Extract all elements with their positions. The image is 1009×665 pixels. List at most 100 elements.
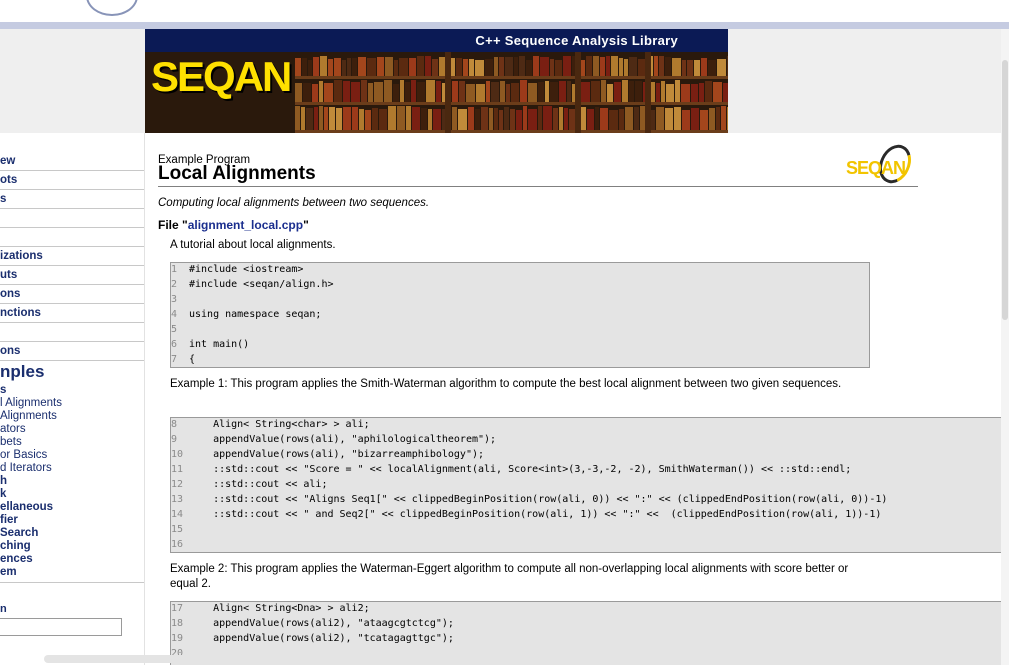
book	[499, 57, 504, 76]
book	[559, 81, 566, 102]
sidebar-example-link[interactable]: em	[0, 566, 17, 579]
book	[519, 56, 525, 76]
book	[516, 110, 522, 130]
sidebar-nav-item[interactable]: izations	[0, 247, 144, 266]
code-line: 3	[171, 292, 189, 307]
book	[723, 83, 728, 102]
book	[342, 60, 346, 76]
sidebar-example-link[interactable]: s	[0, 384, 6, 397]
sidebar-example-link[interactable]: l Alignments	[0, 397, 62, 410]
sidebar-example-link[interactable]: or Basics	[0, 449, 47, 462]
code-line: 15	[171, 522, 189, 537]
book	[334, 80, 342, 102]
sidebar-example-link[interactable]: ators	[0, 423, 26, 436]
title-divider	[158, 186, 918, 187]
sidebar-nav-item[interactable]: ons	[0, 342, 144, 361]
book	[358, 57, 366, 76]
code-line: 12 ::std::cout << ali;	[171, 477, 327, 492]
shelf-post	[575, 52, 581, 133]
code-text: appendValue(rows(ali), "aphilologicalthe…	[189, 434, 497, 445]
seqan-banner[interactable]: C++ Sequence Analysis Library SEQAN	[145, 29, 728, 133]
book	[468, 107, 474, 130]
sidebar-nav-item[interactable]	[0, 323, 144, 342]
book	[656, 107, 664, 130]
sidebar-nav-item[interactable]: nctions	[0, 304, 144, 323]
book	[347, 58, 351, 76]
sidebar-example-link[interactable]: ching	[0, 540, 31, 553]
sidebar-nav-item[interactable]: ons	[0, 285, 144, 304]
code-line: 2 #include <seqan/align.h>	[171, 277, 334, 292]
book	[306, 108, 313, 130]
book	[629, 57, 637, 76]
sidebar-example-link[interactable]: h	[0, 475, 7, 488]
sidebar-example-link[interactable]: ences	[0, 553, 33, 566]
sidebar-nav-item[interactable]: ots	[0, 171, 144, 190]
book	[463, 59, 468, 76]
book	[691, 84, 698, 102]
book	[351, 82, 360, 102]
code-text: ::std::cout << "Aligns Seq1[" << clipped…	[189, 494, 888, 505]
sidebar-nav-item[interactable]: ew	[0, 152, 144, 171]
book	[436, 81, 441, 102]
sidebar-nav-item[interactable]: s	[0, 190, 144, 209]
book	[399, 58, 408, 76]
line-number: 6	[171, 339, 178, 350]
sidebar-example-link[interactable]: Alignments	[0, 410, 57, 423]
sidebar-example-link[interactable]: d Iterators	[0, 462, 52, 475]
book	[705, 81, 712, 102]
book	[506, 84, 510, 102]
book	[682, 60, 686, 76]
sidebar-nav-item[interactable]	[0, 209, 144, 228]
book	[659, 56, 664, 76]
code-line: 9 appendValue(rows(ali), "aphilologicalt…	[171, 432, 496, 447]
book	[359, 109, 364, 130]
book	[708, 60, 716, 76]
book	[713, 82, 722, 102]
book	[384, 80, 392, 102]
vertical-scroll-thumb[interactable]	[1002, 60, 1008, 320]
book	[559, 107, 563, 130]
sidebar: ew ots s izations uts ons nctions ons nples sl …	[0, 133, 145, 665]
book	[619, 109, 624, 130]
sidebar-example-link[interactable]: k	[0, 488, 6, 501]
book	[563, 56, 571, 76]
book	[609, 110, 618, 130]
tutorial-text: A tutorial about local alignments.	[170, 239, 336, 251]
book	[393, 84, 399, 102]
sidebar-search-input[interactable]	[0, 618, 122, 636]
book	[586, 56, 592, 76]
line-number: 15	[171, 524, 184, 535]
code-line: 7{	[171, 352, 195, 367]
line-number: 10	[171, 449, 184, 460]
book	[459, 81, 465, 102]
book	[452, 107, 457, 130]
shelf-post	[645, 52, 651, 133]
book	[352, 107, 358, 130]
horizontal-scrollbar[interactable]	[44, 655, 999, 663]
sidebar-example-link[interactable]: Search	[0, 527, 38, 540]
sidebar-example-link[interactable]: ellaneous	[0, 501, 53, 514]
sidebar-nav-item[interactable]: uts	[0, 266, 144, 285]
book	[600, 57, 605, 76]
sidebar-example-link[interactable]: fier	[0, 514, 18, 527]
book	[367, 58, 376, 76]
book	[666, 84, 674, 102]
file-link[interactable]: alignment_local.cpp	[188, 218, 303, 232]
sidebar-example-link[interactable]: bets	[0, 436, 22, 449]
sidebar-nav-item[interactable]	[0, 228, 144, 247]
book	[538, 82, 544, 102]
line-number: 3	[171, 294, 178, 305]
book	[397, 106, 405, 130]
book	[635, 81, 642, 102]
seqan-corner-logo: SEQAN	[844, 139, 918, 189]
book	[691, 108, 699, 130]
corner-logo-text: SEQAN	[846, 158, 906, 178]
book	[312, 84, 318, 102]
line-number: 4	[171, 309, 178, 320]
book	[550, 59, 554, 76]
book	[491, 82, 499, 102]
book	[606, 56, 610, 76]
book	[302, 58, 307, 76]
book	[361, 80, 367, 102]
book	[716, 107, 720, 130]
